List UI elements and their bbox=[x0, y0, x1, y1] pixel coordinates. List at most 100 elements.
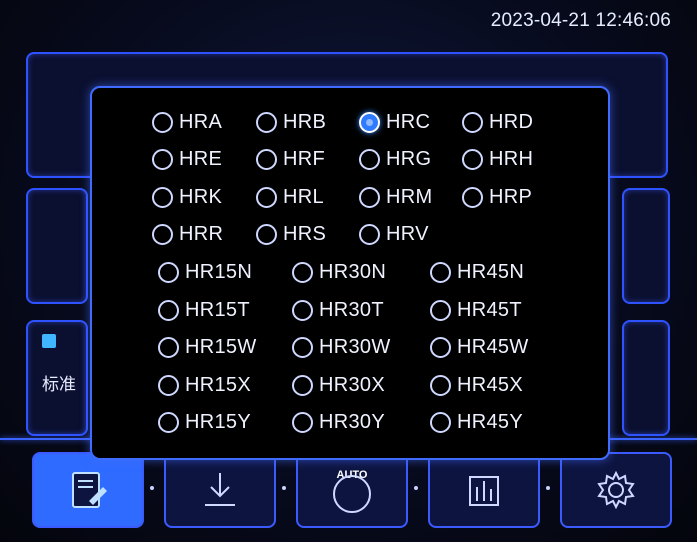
scale-option-label: HR30X bbox=[319, 373, 385, 396]
scale-option-hr45n[interactable]: HR45N bbox=[430, 258, 524, 286]
scale-option-hrv[interactable]: HRV bbox=[359, 221, 429, 249]
device-screen: 2023-04-21 12:46:06 标准 AUTO HRA HRB HRC … bbox=[0, 0, 697, 542]
hardness-scale-dialog: HRA HRB HRC HRD HRE HRF HRG HRH HRK HRL HRM HRP HRR H… bbox=[90, 86, 610, 460]
edit-document-icon bbox=[72, 472, 107, 508]
radio-button[interactable] bbox=[152, 149, 173, 171]
scale-option-label: HR15X bbox=[185, 373, 251, 396]
scale-option-label: HR30N bbox=[319, 260, 387, 283]
scale-option-hrl[interactable]: HRL bbox=[256, 183, 324, 211]
scale-option-hr15t[interactable]: HR15T bbox=[158, 296, 250, 324]
scale-option-hrr[interactable]: HRR bbox=[152, 221, 223, 249]
scale-option-hrp[interactable]: HRP bbox=[462, 183, 532, 211]
scale-option-label: HRB bbox=[283, 110, 327, 133]
scale-option-hr30w[interactable]: HR30W bbox=[292, 334, 391, 362]
scale-option-label: HR15Y bbox=[185, 411, 251, 434]
scale-option-hrh[interactable]: HRH bbox=[462, 146, 533, 174]
radio-button[interactable] bbox=[152, 186, 173, 208]
radio-button[interactable] bbox=[359, 186, 380, 208]
scale-option-label: HRR bbox=[179, 223, 224, 246]
scale-option-label: HRK bbox=[179, 185, 223, 208]
radio-button[interactable] bbox=[256, 111, 277, 133]
radio-button[interactable] bbox=[256, 149, 277, 171]
auto-button[interactable]: AUTO bbox=[296, 452, 408, 528]
scale-option-hr45y[interactable]: HR45Y bbox=[430, 409, 523, 437]
radio-button[interactable] bbox=[462, 186, 483, 208]
settings-button[interactable] bbox=[560, 452, 672, 528]
scale-option-label: HRG bbox=[386, 148, 432, 171]
scale-option-label: HR30Y bbox=[319, 411, 385, 434]
scale-option-label: HR45X bbox=[457, 373, 523, 396]
radio-button[interactable] bbox=[430, 261, 451, 283]
scale-option-label: HRV bbox=[386, 223, 429, 246]
scale-option-hrf[interactable]: HRF bbox=[256, 146, 325, 174]
radio-button[interactable] bbox=[152, 224, 173, 246]
scale-option-hre[interactable]: HRE bbox=[152, 146, 222, 174]
radio-button[interactable] bbox=[256, 186, 277, 208]
scale-option-hr45t[interactable]: HR45T bbox=[430, 296, 522, 324]
radio-button[interactable] bbox=[158, 261, 179, 283]
datetime-display: 2023-04-21 12:46:06 bbox=[490, 10, 671, 31]
standard-label: 标准 bbox=[42, 375, 76, 394]
scale-option-hrd[interactable]: HRD bbox=[462, 108, 533, 136]
standard-checkbox[interactable] bbox=[42, 334, 56, 348]
scale-option-hr30y[interactable]: HR30Y bbox=[292, 409, 385, 437]
record-button[interactable] bbox=[32, 452, 144, 528]
radio-button[interactable] bbox=[430, 412, 451, 434]
radio-button[interactable] bbox=[430, 299, 451, 321]
scale-option-hr15n[interactable]: HR15N bbox=[158, 258, 252, 286]
radio-button[interactable] bbox=[292, 374, 313, 396]
scale-option-hrk[interactable]: HRK bbox=[152, 183, 222, 211]
scale-option-hrc[interactable]: HRC bbox=[359, 108, 430, 136]
radio-button[interactable] bbox=[292, 337, 313, 359]
scale-option-label: HR45W bbox=[457, 336, 529, 359]
radio-button[interactable] bbox=[359, 149, 380, 171]
scale-option-label: HRE bbox=[179, 148, 223, 171]
radio-button[interactable] bbox=[462, 149, 483, 171]
radio-button[interactable] bbox=[158, 374, 179, 396]
radio-button[interactable] bbox=[430, 374, 451, 396]
radio-button[interactable] bbox=[359, 111, 380, 133]
radio-button[interactable] bbox=[292, 261, 313, 283]
gear-icon bbox=[597, 470, 635, 510]
scale-option-label: HR15T bbox=[185, 298, 250, 321]
radio-button[interactable] bbox=[430, 337, 451, 359]
radio-button[interactable] bbox=[292, 299, 313, 321]
scale-option-hr15x[interactable]: HR15X bbox=[158, 371, 251, 399]
scale-option-hr15y[interactable]: HR15Y bbox=[158, 409, 251, 437]
scale-option-label: HR45T bbox=[457, 298, 522, 321]
scale-option-hrs[interactable]: HRS bbox=[256, 221, 326, 249]
statistics-button[interactable] bbox=[428, 452, 540, 528]
radio-button[interactable] bbox=[462, 111, 483, 133]
background-panel-right-1 bbox=[622, 188, 670, 304]
scale-option-label: HR15N bbox=[185, 260, 253, 283]
scale-option-hrg[interactable]: HRG bbox=[359, 146, 431, 174]
scale-option-label: HRS bbox=[283, 223, 327, 246]
radio-button[interactable] bbox=[158, 299, 179, 321]
scale-option-label: HRA bbox=[179, 110, 223, 133]
scale-option-hr30t[interactable]: HR30T bbox=[292, 296, 384, 324]
scale-option-hrb[interactable]: HRB bbox=[256, 108, 326, 136]
auto-icon bbox=[333, 475, 371, 513]
download-button[interactable] bbox=[164, 452, 276, 528]
scale-option-hr30x[interactable]: HR30X bbox=[292, 371, 385, 399]
scale-option-hr45w[interactable]: HR45W bbox=[430, 334, 529, 362]
background-panel-right-2 bbox=[622, 320, 670, 436]
scale-option-hr15w[interactable]: HR15W bbox=[158, 334, 257, 362]
scale-option-label: HRH bbox=[489, 148, 534, 171]
radio-button[interactable] bbox=[152, 111, 173, 133]
scale-option-hr30n[interactable]: HR30N bbox=[292, 258, 386, 286]
scale-option-hra[interactable]: HRA bbox=[152, 108, 222, 136]
scale-option-hr45x[interactable]: HR45X bbox=[430, 371, 523, 399]
radio-button[interactable] bbox=[158, 337, 179, 359]
scale-option-label: HR30T bbox=[319, 298, 384, 321]
radio-button[interactable] bbox=[359, 224, 380, 246]
radio-button[interactable] bbox=[256, 224, 277, 246]
download-icon bbox=[205, 473, 235, 506]
scale-option-hrm[interactable]: HRM bbox=[359, 183, 432, 211]
scale-option-label: HR45N bbox=[457, 260, 525, 283]
scale-option-label: HRF bbox=[283, 148, 326, 171]
scale-option-label: HRC bbox=[386, 110, 431, 133]
radio-button[interactable] bbox=[292, 412, 313, 434]
radio-button[interactable] bbox=[158, 412, 179, 434]
scale-option-label: HRD bbox=[489, 110, 534, 133]
